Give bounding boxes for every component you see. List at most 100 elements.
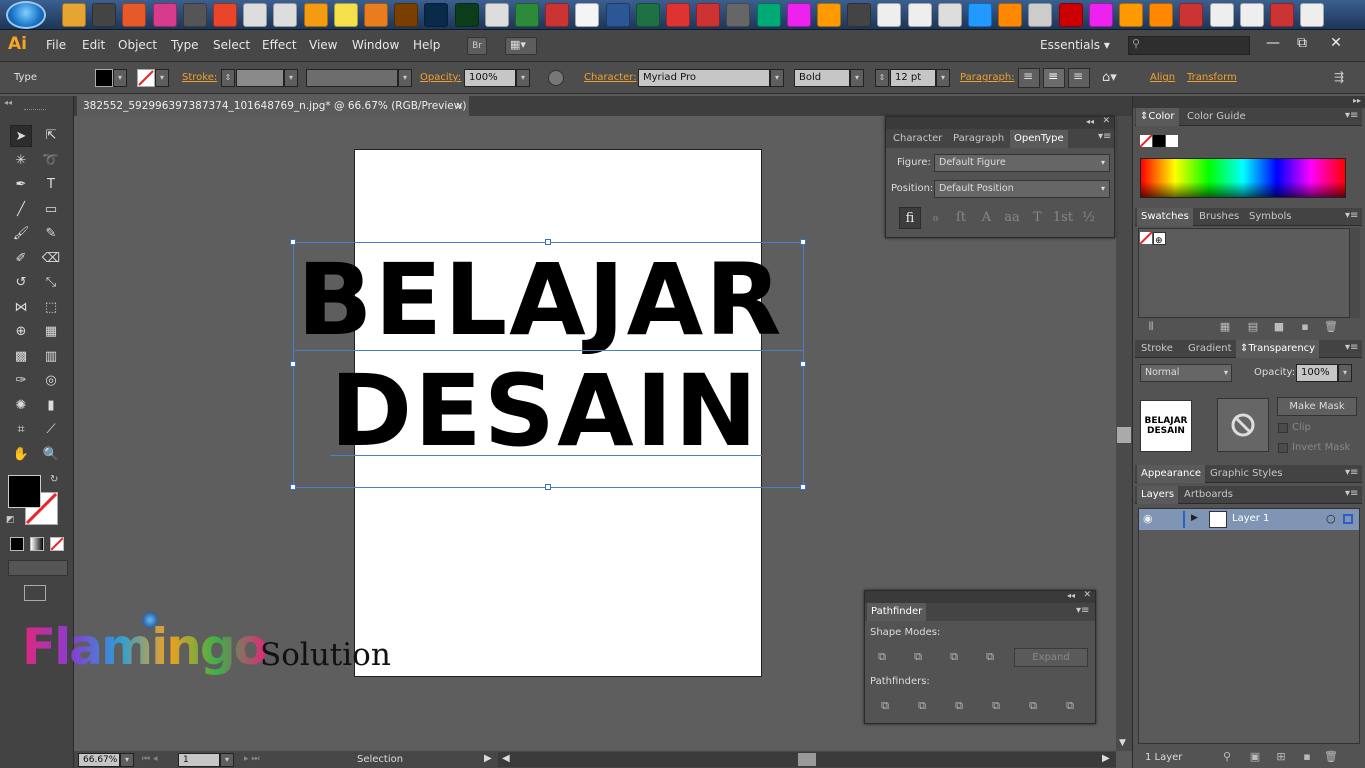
taskbar-app-icon[interactable] <box>756 3 781 27</box>
tab-paragraph[interactable]: Paragraph <box>953 130 1004 148</box>
first-artboard-icon[interactable]: ⏮ ◂ <box>142 754 157 764</box>
fill-color-swatch[interactable] <box>95 69 113 87</box>
expand-arrow-icon[interactable]: ▶ <box>1191 513 1198 523</box>
stroke-weight-dropdown[interactable]: ▾ <box>284 69 298 87</box>
contextual-alternates-button[interactable]: ℴ <box>925 207 947 229</box>
collapse-icon[interactable]: ◂◂ <box>1067 591 1075 600</box>
standard-ligatures-button[interactable]: fi <box>899 207 921 229</box>
crop-button[interactable]: ⧉ <box>987 697 1005 715</box>
taskbar-excel-icon[interactable] <box>635 3 660 27</box>
make-mask-button[interactable]: Make Mask <box>1277 397 1357 416</box>
ordinals-button[interactable]: 1st <box>1052 207 1074 229</box>
taskbar-app-icon[interactable] <box>1179 3 1204 27</box>
screen-mode-button[interactable] <box>24 585 46 601</box>
taskbar-app-icon[interactable] <box>1149 3 1174 27</box>
taskbar-app-icon[interactable] <box>877 3 902 27</box>
taskbar-app-icon[interactable] <box>1058 3 1083 27</box>
paintbrush-tool[interactable]: 🖌 <box>10 223 32 245</box>
font-style-dropdown[interactable]: ▾ <box>850 69 864 87</box>
menu-help[interactable]: Help <box>413 38 440 52</box>
layer-name[interactable]: Layer 1 <box>1232 513 1269 524</box>
stroke-label[interactable]: Stroke: <box>182 72 217 83</box>
none-swatch[interactable] <box>1139 231 1153 245</box>
taskbar-notepad-icon[interactable] <box>575 3 600 27</box>
unite-button[interactable]: ⧉ <box>873 648 891 666</box>
selection-bounding-box[interactable] <box>293 242 804 488</box>
tab-brushes[interactable]: Brushes <box>1199 208 1239 226</box>
titling-alternates-button[interactable]: T <box>1027 207 1049 229</box>
menu-select[interactable]: Select <box>213 38 250 52</box>
delete-swatch-icon[interactable]: 🗑 <box>1322 318 1340 336</box>
recolor-icon[interactable] <box>548 70 564 86</box>
gradient-mode-button[interactable] <box>30 537 44 551</box>
none-mode-button[interactable] <box>50 537 64 551</box>
tab-close-button[interactable]: × <box>455 96 464 116</box>
magic-wand-tool[interactable]: ✳ <box>10 150 32 172</box>
align-right-button[interactable]: ≡ <box>1068 68 1090 88</box>
fill-dropdown[interactable]: ▾ <box>113 69 127 87</box>
taskbar-illustrator-icon[interactable] <box>394 3 419 27</box>
panel-menu-icon[interactable]: ▾≡ <box>1076 605 1089 616</box>
taskbar-itunes-icon[interactable] <box>152 3 177 27</box>
taskbar-app-icon[interactable] <box>696 3 721 27</box>
taskbar-app-icon[interactable] <box>968 3 992 27</box>
tab-swatches[interactable]: Swatches <box>1137 208 1193 226</box>
taskbar-app-icon[interactable] <box>1239 3 1264 27</box>
taskbar-photos-icon[interactable] <box>333 3 358 27</box>
taskbar-acrobat-icon[interactable] <box>545 3 570 27</box>
fill-swatch-front[interactable] <box>8 475 41 508</box>
new-swatch-icon[interactable]: ▪ <box>1296 318 1314 336</box>
resize-handle[interactable] <box>290 239 296 245</box>
variable-width-field[interactable] <box>306 69 398 87</box>
scroll-left-arrow[interactable]: ◀ <box>502 753 510 764</box>
gradient-tool[interactable]: ▥ <box>40 346 62 368</box>
type-tool[interactable]: T <box>40 174 62 196</box>
eye-icon[interactable]: ◉ <box>1143 512 1153 525</box>
scale-tool[interactable]: ⤡ <box>40 272 62 294</box>
font-size-stepper[interactable]: ⇕ <box>875 69 889 87</box>
taskbar-blender-icon[interactable] <box>364 3 388 27</box>
discretionary-ligatures-button[interactable]: ſt <box>950 207 972 229</box>
collapse-icon[interactable]: ◂◂ <box>4 98 12 107</box>
vertical-scroll-thumb[interactable] <box>1117 427 1131 443</box>
zoom-dropdown[interactable]: ▾ <box>120 753 134 767</box>
lasso-tool[interactable]: ➰ <box>40 150 62 172</box>
mesh-tool[interactable]: ▩ <box>10 346 32 368</box>
panel-title-bar[interactable]: ◂◂ ✕ <box>865 590 1095 603</box>
taskbar-firefox-icon[interactable] <box>122 3 147 27</box>
exclude-button[interactable]: ⧉ <box>981 648 999 666</box>
taskbar-app-icon[interactable] <box>817 3 841 27</box>
zoom-tool[interactable]: 🔍 <box>40 444 62 466</box>
rectangle-tool[interactable]: ▭ <box>40 199 62 221</box>
mask-thumbnail[interactable] <box>1217 398 1269 452</box>
taskbar-files-icon[interactable] <box>273 3 298 27</box>
menu-view[interactable]: View <box>309 38 337 52</box>
white-swatch[interactable] <box>1166 135 1178 147</box>
stroke-weight-stepper[interactable]: ⇕ <box>221 69 235 87</box>
hand-tool[interactable]: ✋ <box>10 444 32 466</box>
panel-title-bar[interactable]: ◂◂ ✕ <box>886 116 1114 129</box>
locate-object-icon[interactable]: ⚲ <box>1218 748 1236 766</box>
direct-selection-tool[interactable]: ⇱ <box>40 125 62 147</box>
default-colors-icon[interactable]: ◩ <box>6 515 15 525</box>
pen-tool[interactable]: ✒ <box>10 174 32 196</box>
stroke-weight-field[interactable] <box>236 69 284 87</box>
stroke-color-swatch[interactable] <box>137 69 155 87</box>
font-family-dropdown[interactable]: ▾ <box>770 69 784 87</box>
swap-icon[interactable]: ↻ <box>50 474 58 485</box>
taskbar-steam-icon[interactable] <box>92 3 117 27</box>
eyedropper-tool[interactable]: ✑ <box>10 370 32 392</box>
collapse-icon[interactable]: ◂◂ <box>1086 117 1094 126</box>
resize-handle[interactable] <box>545 239 551 245</box>
taskbar-app-icon[interactable] <box>907 3 932 27</box>
next-artboard-icon[interactable]: ▸ ⏭ <box>244 754 259 764</box>
font-size-field[interactable]: 12 pt <box>890 69 936 87</box>
variable-width-dropdown[interactable]: ▾ <box>398 69 412 87</box>
resize-handle[interactable] <box>800 239 806 245</box>
tab-stroke[interactable]: Stroke <box>1141 340 1173 358</box>
blob-brush-tool[interactable]: ✐ <box>10 248 32 270</box>
free-transform-tool[interactable]: ⬚ <box>40 297 62 319</box>
opacity-field[interactable]: 100% <box>464 69 516 87</box>
transparency-opacity-dropdown[interactable]: ▾ <box>1338 364 1352 382</box>
bridge-button[interactable]: Br <box>467 37 487 55</box>
